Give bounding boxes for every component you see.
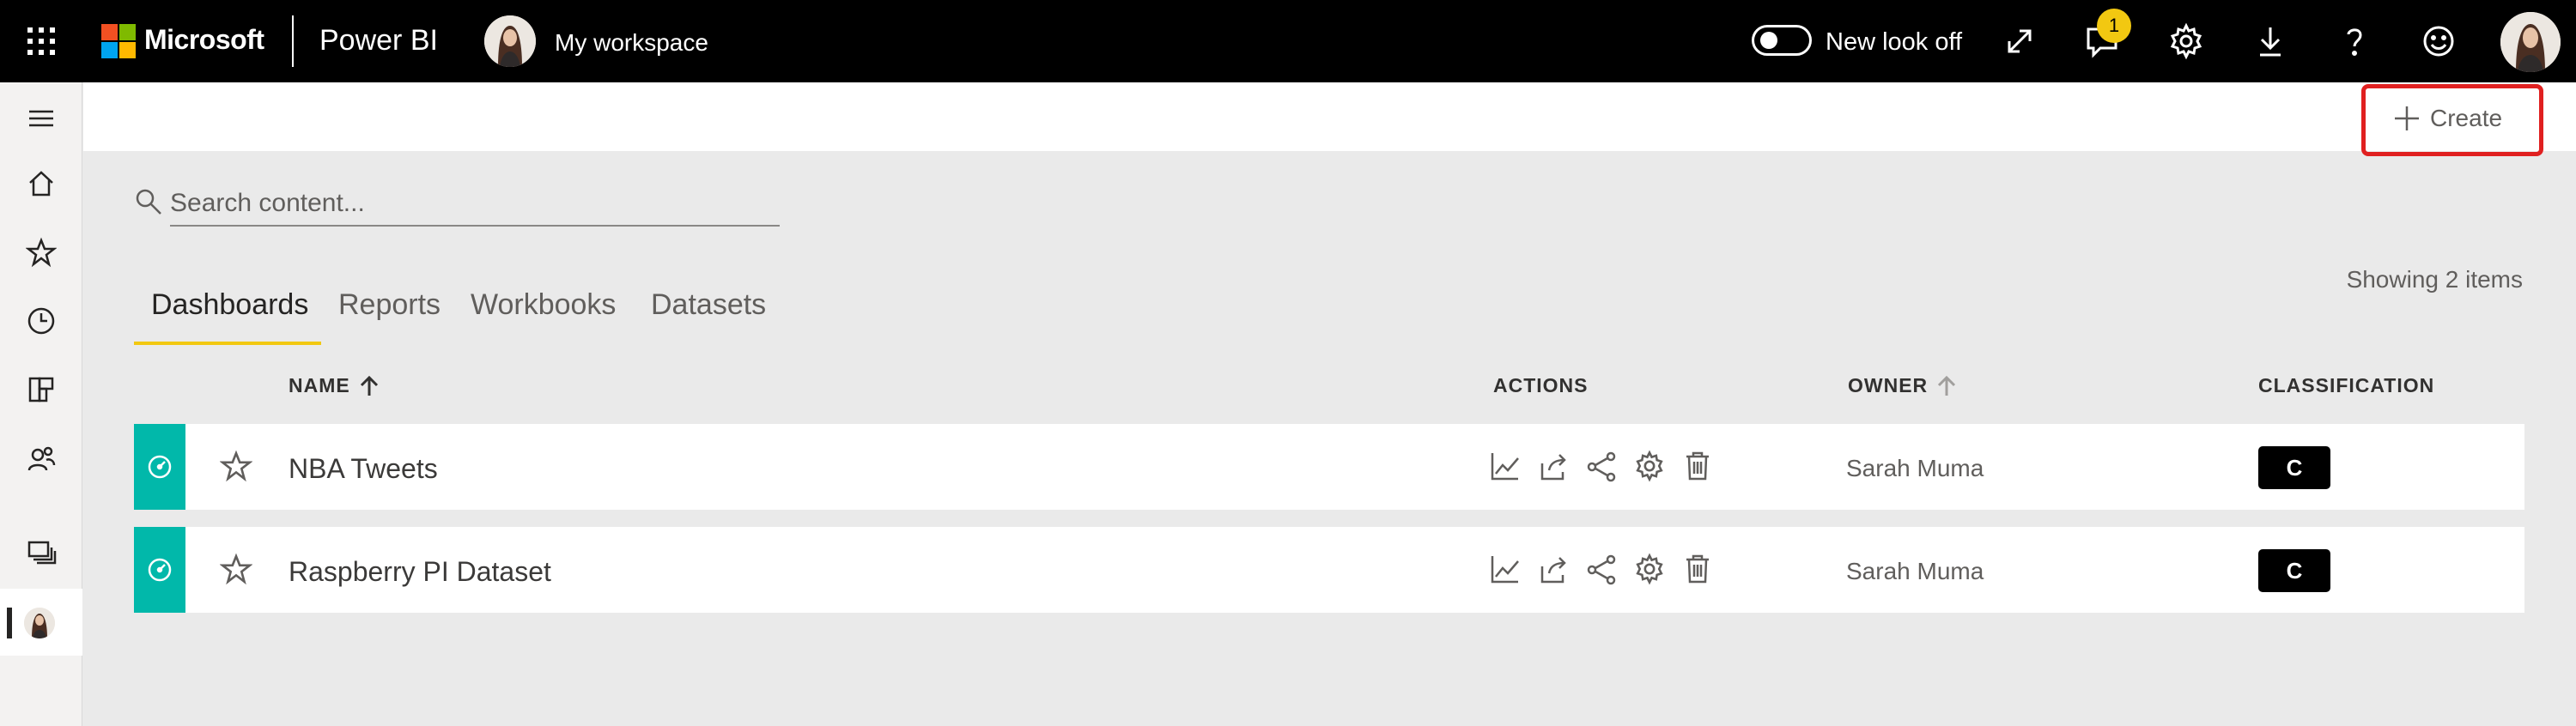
dashboard-gauge-icon	[148, 455, 172, 479]
column-header-name-label: NAME	[289, 374, 350, 396]
top-bar: Microsoft Power BI My workspace New look…	[0, 0, 2576, 82]
annotation-highlight-box	[2361, 84, 2543, 156]
dashboard-type-strip	[134, 527, 185, 613]
column-header-actions: ACTIONS	[1493, 374, 1589, 397]
settings-gear-icon[interactable]	[2167, 22, 2205, 60]
app-name[interactable]: Power BI	[319, 24, 438, 57]
favorite-star-icon[interactable]	[220, 553, 252, 585]
column-header-classification-label: CLASSIFICATION	[2258, 374, 2435, 396]
left-nav	[0, 82, 82, 726]
share-icon[interactable]	[1537, 450, 1570, 482]
search-input[interactable]	[170, 182, 780, 227]
home-icon[interactable]	[26, 168, 57, 199]
apps-icon[interactable]	[26, 374, 57, 405]
insights-chart-icon[interactable]	[1489, 450, 1522, 482]
microsoft-brand: Microsoft	[144, 24, 264, 55]
sort-ascending-icon	[360, 375, 378, 396]
new-look-toggle[interactable]	[1752, 25, 1812, 56]
toggle-knob	[1760, 32, 1777, 49]
column-header-actions-label: ACTIONS	[1493, 374, 1589, 396]
item-count: Showing 2 items	[2346, 266, 2523, 293]
user-avatar[interactable]	[2500, 12, 2561, 72]
insights-chart-icon[interactable]	[1489, 553, 1522, 585]
table-row[interactable]: NBA Tweets Sarah Muma C	[134, 424, 2524, 510]
recent-clock-icon[interactable]	[26, 306, 57, 336]
favorite-star-icon[interactable]	[220, 450, 252, 482]
workspace-name[interactable]: My workspace	[555, 29, 708, 57]
help-icon[interactable]	[2336, 22, 2373, 60]
favorites-star-icon[interactable]	[26, 237, 57, 268]
tab-reports[interactable]: Reports	[338, 288, 440, 322]
feedback-smiley-icon[interactable]	[2420, 22, 2458, 60]
my-workspace-avatar[interactable]	[24, 608, 55, 638]
nav-active-indicator	[7, 608, 12, 638]
tab-active-underline	[134, 342, 321, 345]
settings-gear-icon[interactable]	[1633, 450, 1666, 482]
settings-gear-icon[interactable]	[1633, 553, 1666, 585]
command-bar	[83, 82, 2576, 151]
hamburger-icon[interactable]	[26, 103, 57, 134]
column-header-name[interactable]: NAME	[289, 374, 380, 397]
expand-icon[interactable]	[2001, 22, 2038, 60]
column-header-classification: CLASSIFICATION	[2258, 374, 2434, 397]
classification-badge: C	[2258, 549, 2330, 592]
sort-arrow-icon	[1938, 375, 1956, 396]
item-owner: Sarah Muma	[1846, 455, 1984, 481]
column-header-owner-label: OWNER	[1848, 374, 1929, 396]
item-name[interactable]: Raspberry PI Dataset	[289, 556, 551, 588]
table-row[interactable]: Raspberry PI Dataset Sarah Muma C	[134, 527, 2524, 613]
tab-dashboards[interactable]: Dashboards	[151, 288, 308, 322]
tab-workbooks[interactable]: Workbooks	[471, 288, 616, 322]
app-launcher-icon[interactable]	[26, 26, 57, 57]
delete-trash-icon[interactable]	[1681, 450, 1714, 482]
share-icon[interactable]	[1537, 553, 1570, 585]
tab-datasets[interactable]: Datasets	[651, 288, 766, 322]
topbar-divider	[292, 15, 294, 67]
item-owner: Sarah Muma	[1846, 558, 1984, 584]
download-icon[interactable]	[2251, 22, 2289, 60]
shared-people-icon[interactable]	[26, 443, 57, 474]
notification-badge: 1	[2097, 9, 2131, 43]
workspace-avatar[interactable]	[484, 15, 536, 67]
dashboard-type-strip	[134, 424, 185, 510]
classification-badge: C	[2258, 446, 2330, 489]
dashboard-gauge-icon	[148, 558, 172, 582]
search-icon	[134, 187, 163, 216]
delete-trash-icon[interactable]	[1681, 553, 1714, 585]
share-network-icon[interactable]	[1585, 450, 1618, 482]
microsoft-logo-icon	[101, 24, 136, 58]
item-name[interactable]: NBA Tweets	[289, 453, 438, 485]
column-header-owner[interactable]: OWNER	[1848, 374, 1957, 397]
new-look-label: New look off	[1826, 28, 1963, 56]
share-network-icon[interactable]	[1585, 553, 1618, 585]
workspaces-icon[interactable]	[26, 537, 57, 568]
